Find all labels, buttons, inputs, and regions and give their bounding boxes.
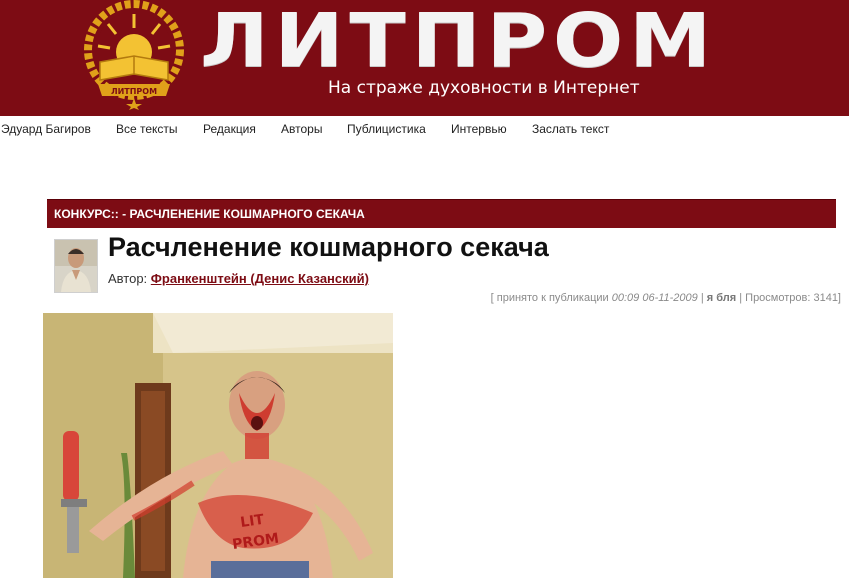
- meta-accepted-label: [ принято к публикации: [490, 292, 609, 304]
- site-logo[interactable]: ЛИТПРОМ: [200, 4, 717, 78]
- author-line: Автор: Франкенштейн (Денис Казанский): [108, 271, 369, 286]
- emblem-label: ЛИТПРОМ: [111, 87, 157, 96]
- post-photo: LIT PROM: [43, 313, 393, 578]
- section-title[interactable]: КОНКУРС:: - РАСЧЛЕНЕНИЕ КОШМАРНОГО СЕКАЧ…: [54, 207, 365, 221]
- nav-item-publicistics[interactable]: Публицистика: [347, 122, 426, 136]
- nav-item-authors[interactable]: Авторы: [281, 122, 322, 136]
- site-tagline: На страже духовности в Интернет: [328, 78, 640, 98]
- page: ЛИТПРОМ ЛИТПРОМ На страже духовности в И…: [0, 0, 849, 578]
- nav-item-submit-text[interactable]: Заслать текст: [532, 122, 609, 136]
- section-header: КОНКУРС:: - РАСЧЛЕНЕНИЕ КОШМАРНОГО СЕКАЧ…: [47, 199, 836, 228]
- meta-category[interactable]: я бля: [707, 292, 736, 304]
- photo-body-text-lit: LIT: [239, 512, 265, 531]
- meta-date: 06-11-2009: [642, 292, 698, 304]
- meta-separator: |: [700, 292, 704, 304]
- author-label: Автор:: [108, 271, 148, 286]
- site-header: ЛИТПРОМ ЛИТПРОМ На страже духовности в И…: [0, 0, 849, 116]
- nav-item-all-texts[interactable]: Все тексты: [116, 122, 178, 136]
- nav-item-bagirov[interactable]: Эдуард Багиров: [1, 122, 91, 136]
- author-link[interactable]: Франкенштейн (Денис Казанский): [151, 271, 369, 286]
- meta-time: 00:09: [611, 292, 640, 304]
- meta-views: Просмотров: 3141]: [745, 292, 841, 304]
- litprom-emblem-icon[interactable]: ЛИТПРОМ: [78, 0, 190, 110]
- author-avatar[interactable]: [54, 239, 98, 293]
- post-meta: [ принято к публикации 00:09 06-11-2009 …: [491, 292, 841, 304]
- nav-item-editorial[interactable]: Редакция: [203, 122, 256, 136]
- nav-item-interview[interactable]: Интервью: [451, 122, 507, 136]
- meta-separator: |: [739, 292, 743, 304]
- post-title: Расчленение кошмарного секача: [108, 232, 549, 262]
